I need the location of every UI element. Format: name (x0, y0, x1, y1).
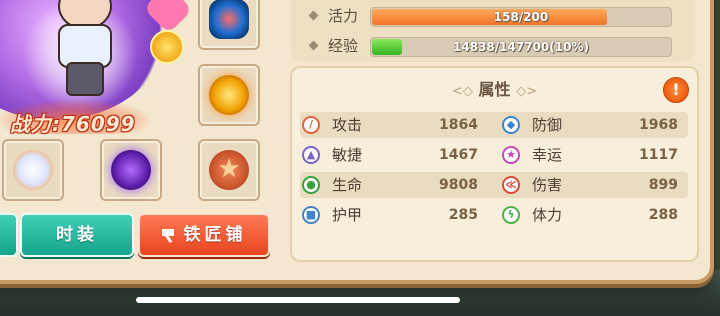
equip-slot-amulet[interactable] (198, 0, 260, 50)
attributes-title: 属性 (478, 80, 511, 99)
stat-bars-panel: 活力 158/200 经验 14838/147700(10%) (290, 0, 695, 62)
energy-label: 活力 (328, 7, 359, 25)
attribute-left-1: ▲ 敏捷 1467 (300, 142, 488, 168)
hammer-icon (161, 228, 178, 242)
energy-row: 活力 158/200 (308, 6, 680, 28)
diamond-icon (308, 40, 319, 51)
attribute-value: 1467 (439, 147, 478, 163)
drop-icon: ● (302, 176, 320, 194)
attribute-value: 899 (648, 177, 678, 193)
exp-label: 经验 (328, 37, 359, 55)
attribute-name: 护甲 (332, 206, 363, 224)
game-screen: 战力:76099 时装 铁匠铺 活力 158/200 经验 (0, 0, 720, 316)
star-medal-icon (209, 150, 249, 190)
attribute-left-0: / 攻击 1864 (300, 112, 488, 138)
energy-value: 158/200 (493, 10, 549, 24)
attribute-left-3: ■ 护甲 285 (300, 202, 488, 228)
blacksmith-button-label: 铁匠铺 (183, 225, 247, 245)
equip-slot-ring[interactable] (198, 64, 260, 126)
home-indicator[interactable] (136, 297, 460, 303)
blacksmith-button[interactable]: 铁匠铺 (138, 213, 270, 257)
shield-icon: ◆ (502, 116, 520, 134)
attribute-right-2: ≪ 伤害 899 (500, 172, 688, 198)
amulet-icon (209, 0, 249, 39)
star-icon: ★ (502, 146, 520, 164)
star-badge-icon (150, 30, 184, 64)
attribute-value: 1968 (639, 117, 678, 133)
bolt-icon: ϟ (502, 206, 520, 224)
attribute-left-2: ● 生命 9808 (300, 172, 488, 198)
fan-icon (13, 150, 53, 190)
attribute-name: 幸运 (532, 146, 563, 164)
attribute-name: 体力 (532, 206, 563, 224)
wing-icon: ▲ (302, 146, 320, 164)
diamond-icon (308, 10, 319, 21)
ring-icon (209, 75, 249, 115)
attribute-row: ■ 护甲 285 ϟ 体力 288 (300, 202, 688, 228)
character-legs (66, 62, 104, 96)
claw-icon: ≪ (502, 176, 520, 194)
info-alert-button[interactable]: ! (663, 77, 689, 103)
exp-value: 14838/147700(10%) (453, 40, 589, 54)
equip-slot-fan[interactable] (2, 139, 64, 201)
attribute-value: 288 (648, 207, 678, 223)
attribute-value: 1117 (639, 147, 678, 163)
equip-slot-star[interactable] (198, 139, 260, 201)
rose-icon (111, 150, 151, 190)
exp-row: 经验 14838/147700(10%) (308, 36, 680, 58)
attribute-value: 9808 (439, 177, 478, 193)
equip-slot-rose[interactable] (100, 139, 162, 201)
title-deco-left: <◇ (452, 84, 473, 99)
attribute-value: 1864 (439, 117, 478, 133)
partial-left-button[interactable] (0, 213, 18, 257)
armor-icon: ■ (302, 206, 320, 224)
attribute-value: 285 (448, 207, 478, 223)
title-deco-right: ◇> (516, 84, 537, 99)
attributes-header: <◇ 属性 ◇> (292, 76, 697, 100)
attribute-name: 攻击 (332, 116, 363, 134)
attribute-name: 敏捷 (332, 146, 363, 164)
sword-icon: / (302, 116, 320, 134)
attributes-panel: <◇ 属性 ◇> ! / 攻击 1864 ◆ 防御 1968 ▲ 敏捷 1467 ★ 幸运 1117 ●… (290, 66, 699, 262)
combat-power: 战力:76099 (10, 112, 136, 136)
attribute-right-3: ϟ 体力 288 (500, 202, 688, 228)
attribute-row: ▲ 敏捷 1467 ★ 幸运 1117 (300, 142, 688, 168)
attribute-right-1: ★ 幸运 1117 (500, 142, 688, 168)
fashion-button[interactable]: 时装 (20, 213, 134, 257)
fashion-button-label: 时装 (56, 225, 98, 245)
attribute-name: 防御 (532, 116, 563, 134)
energy-bar: 158/200 (370, 7, 672, 27)
exp-bar: 14838/147700(10%) (370, 37, 672, 57)
attribute-name: 伤害 (532, 176, 563, 194)
attribute-right-0: ◆ 防御 1968 (500, 112, 688, 138)
character-avatar (52, 0, 114, 96)
attribute-row: / 攻击 1864 ◆ 防御 1968 (300, 112, 688, 138)
attribute-name: 生命 (332, 176, 363, 194)
attribute-row: ● 生命 9808 ≪ 伤害 899 (300, 172, 688, 198)
